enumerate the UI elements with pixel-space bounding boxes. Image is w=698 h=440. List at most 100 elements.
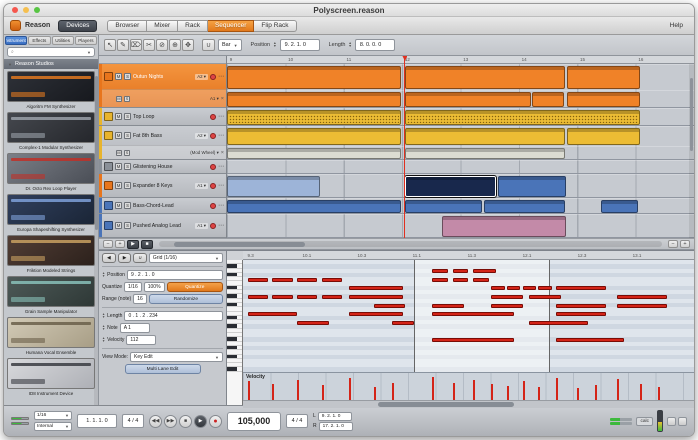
arrangement-area[interactable]: 910111213141516 — [227, 56, 694, 238]
track-menu-icon[interactable]: ⋯ — [218, 73, 224, 80]
record-arm-icon[interactable] — [210, 74, 216, 80]
tab-players[interactable]: Players — [75, 36, 97, 45]
eraser-tool-icon[interactable]: ⌦ — [130, 39, 142, 51]
track-solo-button[interactable]: S — [124, 182, 131, 189]
view-mode-dropdown[interactable]: Key Edit▼ — [130, 352, 223, 362]
loop-right-value[interactable]: 17. 2. 1. 0 — [319, 422, 353, 431]
clip[interactable] — [227, 110, 401, 125]
insp-quantize-pct[interactable]: 100% — [144, 282, 165, 292]
velocity-bar[interactable] — [538, 387, 540, 400]
arrange-lane[interactable] — [227, 174, 694, 198]
midi-note[interactable] — [349, 295, 403, 299]
insp-note-value[interactable]: A 1 — [120, 323, 150, 333]
track-solo-button[interactable]: S — [124, 113, 131, 120]
sync-dropdown[interactable]: Internal▼ — [34, 422, 72, 431]
record-arm-icon[interactable] — [210, 203, 216, 209]
position-value[interactable]: 9. 2. 1. 0 — [280, 39, 320, 51]
velocity-bar[interactable] — [374, 387, 376, 401]
midi-note[interactable] — [507, 286, 521, 290]
velocity-bar[interactable] — [640, 384, 642, 400]
clip[interactable] — [227, 148, 401, 159]
midi-note[interactable] — [453, 278, 469, 282]
clip[interactable] — [498, 176, 566, 197]
tempo-signature-display[interactable]: 4 / 4 — [286, 414, 308, 428]
length-stepper[interactable]: ▲▼ — [348, 42, 351, 49]
track-mute-button[interactable]: M — [115, 113, 122, 120]
midi-note[interactable] — [248, 312, 298, 316]
note-area[interactable] — [243, 260, 694, 372]
insp-velocity-stepper[interactable]: ▲▼ — [102, 337, 105, 343]
editor-grid-dropdown[interactable]: Grid (1/16)▼ — [149, 253, 223, 263]
midi-note[interactable] — [556, 338, 624, 342]
time-signature-display[interactable]: 4 / 4 — [122, 414, 144, 428]
arrange-lane[interactable] — [227, 160, 694, 174]
midi-note[interactable] — [272, 295, 292, 299]
clip[interactable] — [405, 92, 530, 107]
clip[interactable] — [405, 66, 565, 89]
track-menu-icon[interactable]: ⋯ — [218, 222, 224, 229]
editor-back-icon[interactable]: ◀ — [102, 253, 116, 263]
editor-forward-icon[interactable]: ▶ — [118, 253, 132, 263]
midi-note[interactable] — [617, 295, 667, 299]
midi-note[interactable] — [556, 304, 606, 308]
track-menu-icon[interactable]: ⋯ — [218, 113, 224, 120]
record-arm-icon[interactable] — [210, 164, 216, 170]
velocity-bar[interactable] — [658, 387, 660, 401]
arrange-lane[interactable] — [227, 126, 694, 146]
midi-note[interactable] — [432, 304, 464, 308]
stop-button[interactable]: ■ — [179, 415, 192, 428]
velocity-lane[interactable]: Velocity — [243, 372, 694, 400]
fast-forward-button[interactable]: ▶▶ — [164, 415, 177, 428]
zoom-in-icon[interactable]: + — [115, 240, 125, 248]
clip[interactable] — [442, 216, 566, 237]
insp-position-value[interactable]: 9 . 2 . 1 . 0 — [127, 270, 223, 280]
velocity-bar[interactable] — [595, 385, 597, 400]
nav-button-sequencer[interactable]: Sequencer — [208, 20, 254, 32]
device-list-item[interactable]: Europa Shapeshifting Synthesizer — [7, 194, 95, 234]
track-header[interactable]: MSBass-Chord-Lead⋯ — [99, 198, 226, 214]
midi-note[interactable] — [453, 269, 469, 273]
clip[interactable] — [227, 128, 401, 145]
zoom-out-icon[interactable]: − — [103, 240, 113, 248]
multi-lane-edit-button[interactable]: Multi Lane Edit — [125, 364, 201, 374]
velocity-bar[interactable] — [272, 384, 274, 400]
insp-position-stepper[interactable]: ▲▼ — [102, 272, 105, 278]
record-arm-icon[interactable] — [210, 183, 216, 189]
device-list-item[interactable]: ID8 Instrument Device — [7, 358, 95, 398]
zoom-out-right-icon[interactable]: − — [668, 240, 678, 248]
track-solo-button[interactable]: S — [124, 202, 131, 209]
panel-toggle-icon[interactable] — [667, 417, 676, 426]
hand-tool-icon[interactable]: ✥ — [182, 39, 194, 51]
velocity-bar[interactable] — [473, 380, 475, 400]
track-header[interactable]: MSExpander 8 KeysA1 ▾⋯ — [99, 174, 226, 198]
select-tool-icon[interactable]: ↖ — [104, 39, 116, 51]
midi-note[interactable] — [556, 286, 606, 290]
track-menu-icon[interactable]: ⋯ — [218, 182, 224, 189]
position-stepper[interactable]: ▲▼ — [273, 42, 276, 49]
clip[interactable] — [601, 200, 638, 213]
clip[interactable] — [405, 128, 565, 145]
arrange-lane[interactable] — [227, 108, 694, 126]
tab-effects[interactable]: Effects — [28, 36, 50, 45]
mute-tool-icon[interactable]: ⊘ — [156, 39, 168, 51]
midi-note[interactable] — [349, 286, 403, 290]
help-button[interactable]: Help — [665, 22, 688, 29]
clip[interactable] — [227, 200, 401, 213]
record-arm-icon[interactable] — [210, 133, 216, 139]
velocity-bar[interactable] — [432, 377, 434, 400]
device-list-item[interactable]: Friktion Modeled Strings — [7, 235, 95, 275]
horizontal-scrollbar[interactable] — [159, 241, 662, 247]
reason-logo-icon[interactable] — [10, 20, 21, 31]
arrange-lane[interactable] — [227, 198, 694, 214]
midi-note[interactable] — [248, 295, 268, 299]
device-list-item[interactable]: Algoritm FM Synthesizer — [7, 71, 95, 111]
insp-note-stepper[interactable]: ▲▼ — [102, 325, 105, 331]
midi-note[interactable] — [491, 304, 523, 308]
clip[interactable] — [227, 66, 401, 89]
track-header[interactable]: MSGlistening House⋯ — [99, 160, 226, 174]
track-mute-button[interactable]: M — [115, 222, 122, 229]
track-mute-button[interactable]: M — [115, 182, 122, 189]
razor-tool-icon[interactable]: ✂ — [143, 39, 155, 51]
tab-utilities[interactable]: Utilities — [52, 36, 74, 45]
device-list-item[interactable]: Dr. Octo Rex Loop Player — [7, 153, 95, 193]
